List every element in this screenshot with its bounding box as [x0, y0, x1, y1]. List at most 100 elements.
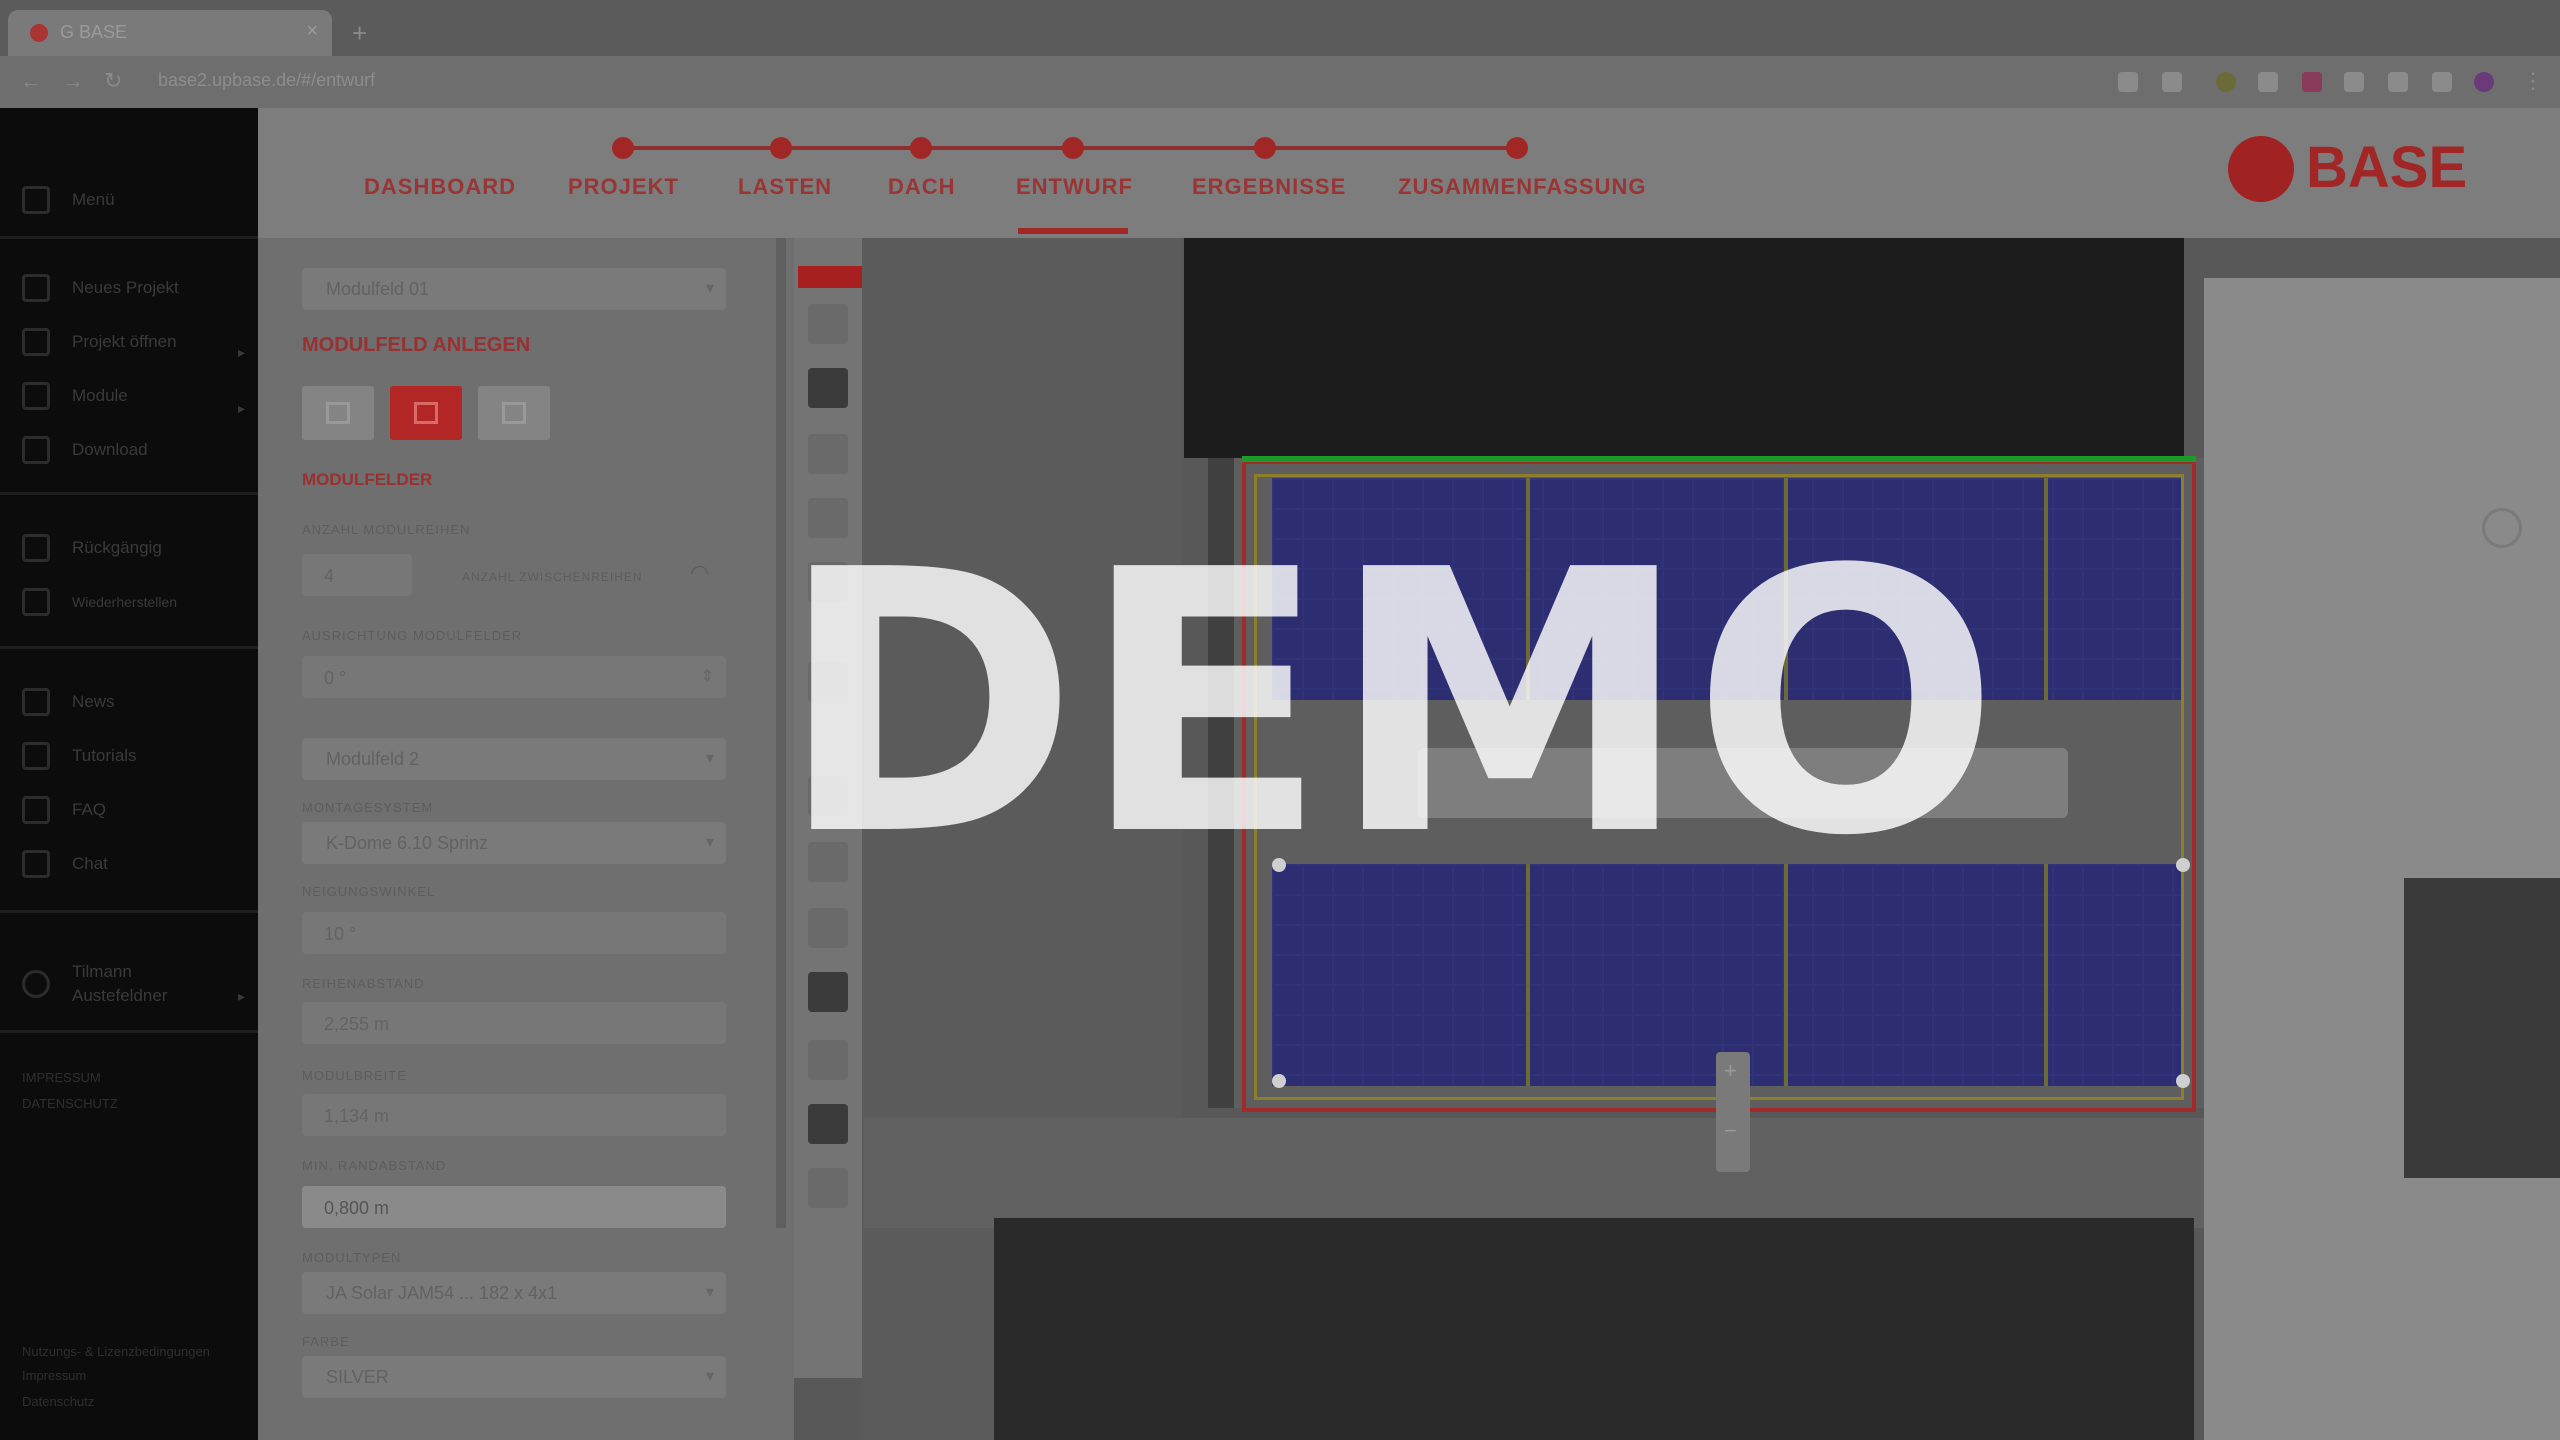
sidebar-item-news[interactable]: News: [22, 684, 115, 720]
draw-tool-icon[interactable]: [808, 368, 848, 408]
browser-tab[interactable]: G BASE ×: [8, 10, 332, 56]
resize-handle[interactable]: [2176, 858, 2190, 872]
sidebar-item-label: Tutorials: [72, 746, 137, 765]
delete-tool-icon[interactable]: [808, 1168, 848, 1208]
step-lasten[interactable]: LASTEN: [738, 174, 832, 200]
obstacle-tool-icon[interactable]: [808, 1104, 848, 1144]
step-dashboard[interactable]: DASHBOARD: [364, 174, 516, 200]
mode-button-field[interactable]: [390, 386, 462, 440]
sidebar-divider: [0, 1030, 258, 1033]
map-road: [864, 1118, 2204, 1228]
sidebar-divider: [0, 236, 258, 239]
sidebar-item-redo[interactable]: Wiederherstellen: [22, 584, 177, 620]
input-value: 2,255 m: [324, 1014, 390, 1034]
sidebar-item-menu[interactable]: Menü: [22, 182, 115, 218]
back-arrow-icon[interactable]: ←: [20, 68, 42, 94]
grid-icon: [414, 402, 438, 424]
sidebar-divider: [0, 492, 258, 495]
url-field[interactable]: base2.upbase.de/#/entwurf: [158, 70, 375, 91]
field-label: ANZAHL ZWISCHENREIHEN: [462, 570, 643, 584]
mode-button-single[interactable]: [302, 386, 374, 440]
extension-icon[interactable]: [2344, 72, 2364, 92]
zoom-out-button[interactable]: −: [1724, 1118, 1737, 1144]
toggle-icon[interactable]: ◠: [690, 560, 710, 586]
sidebar-item-open-project[interactable]: Projekt öffnen: [22, 324, 177, 360]
favicon-icon: [30, 24, 48, 42]
input-value: 1,134 m: [324, 1106, 390, 1126]
sidebar-item-tutorials[interactable]: Tutorials: [22, 738, 137, 774]
impressum-link[interactable]: IMPRESSUM: [22, 1070, 101, 1085]
reload-icon[interactable]: ↻: [104, 68, 122, 94]
tilt-input[interactable]: 10 °: [302, 912, 726, 954]
ruler-tool-icon[interactable]: [808, 1040, 848, 1080]
field-label: NEIGUNGSWINKEL: [302, 884, 436, 899]
star-icon[interactable]: [2162, 72, 2182, 92]
chat-icon: [22, 850, 50, 878]
sidebar-item-label: Download: [72, 440, 148, 459]
edge-distance-input[interactable]: 0,800 m: [302, 1186, 726, 1228]
modulfeld-2-select[interactable]: Modulfeld 2 ▾: [302, 738, 726, 780]
mounting-system-select[interactable]: K-Dome 6.10 Sprinz ▾: [302, 822, 726, 864]
stepper-icon[interactable]: ⇕: [701, 666, 714, 686]
resize-handle[interactable]: [2176, 1074, 2190, 1088]
field-label: MONTAGESYSTEM: [302, 800, 434, 815]
step-dot: [910, 137, 932, 159]
sidebar-item-label: Menü: [72, 190, 115, 209]
sidepanel-icon[interactable]: [2432, 72, 2452, 92]
sidebar-item-label: Wiederherstellen: [72, 594, 178, 610]
puzzle-icon[interactable]: [2388, 72, 2408, 92]
close-tab-icon[interactable]: ×: [306, 20, 318, 43]
forward-arrow-icon[interactable]: →: [62, 68, 84, 94]
compass-icon[interactable]: [2482, 508, 2522, 548]
extension-icon[interactable]: [2258, 72, 2278, 92]
sidebar-item-label: Rückgängig: [72, 538, 162, 557]
row-spacing-input[interactable]: 2,255 m: [302, 1002, 726, 1044]
sidebar-item-download[interactable]: Download: [22, 432, 148, 468]
select-value: K-Dome 6.10 Sprinz: [326, 833, 489, 853]
select-tool-icon[interactable]: [808, 304, 848, 344]
step-ergebnisse[interactable]: ERGEBNISSE: [1192, 174, 1346, 200]
field-label: ANZAHL MODULREIHEN: [302, 522, 471, 537]
step-dot: [770, 137, 792, 159]
step-projekt[interactable]: PROJEKT: [568, 174, 679, 200]
module-type-select[interactable]: JA Solar JAM54 ... 182 x 4x1 ▾: [302, 1272, 726, 1314]
legal-link[interactable]: Impressum: [22, 1368, 86, 1383]
sidebar-item-user[interactable]: Tilmann Austefeldner: [22, 954, 212, 1014]
new-project-icon: [22, 274, 50, 302]
kebab-menu-icon[interactable]: ⋮: [2522, 68, 2544, 94]
measure-tool-icon[interactable]: [808, 434, 848, 474]
module-width-input[interactable]: 1,134 m: [302, 1094, 726, 1136]
sidebar-item-chat[interactable]: Chat: [22, 846, 108, 882]
input-value: 0 °: [324, 668, 347, 688]
modulfeld-select[interactable]: Modulfeld 01 ▾: [302, 268, 726, 310]
extension-icon[interactable]: [2216, 72, 2236, 92]
mode-button-row[interactable]: [478, 386, 550, 440]
chevron-down-icon: ▾: [705, 750, 714, 767]
sidebar-item-undo[interactable]: Rückgängig: [22, 530, 162, 566]
step-entwurf[interactable]: ENTWURF: [1016, 174, 1133, 200]
step-zusammenfassung[interactable]: ZUSAMMENFASSUNG: [1398, 174, 1646, 200]
legal-link[interactable]: Datenschutz: [22, 1394, 94, 1409]
sidebar-item-module[interactable]: Module: [22, 378, 128, 414]
sidebar-item-new-project[interactable]: Neues Projekt: [22, 270, 179, 306]
subsection-title: MODULFELDER: [302, 470, 433, 489]
rows-input[interactable]: 4: [302, 554, 412, 596]
resize-handle[interactable]: [1272, 1074, 1286, 1088]
toolbar-active-marker: [798, 266, 862, 288]
new-tab-button[interactable]: +: [352, 18, 367, 49]
profile-avatar[interactable]: [2474, 72, 2494, 92]
map-building-right: [2204, 278, 2560, 1440]
extension-icon[interactable]: [2302, 72, 2322, 92]
zoom-in-button[interactable]: +: [1724, 1058, 1737, 1084]
browser-address-bar: ← → ↻ base2.upbase.de/#/entwurf ⋮: [0, 56, 2560, 108]
color-select[interactable]: SILVER ▾: [302, 1356, 726, 1398]
sidebar-item-faq[interactable]: FAQ: [22, 792, 106, 828]
datenschutz-link[interactable]: DATENSCHUTZ: [22, 1096, 118, 1111]
orientation-input[interactable]: 0 ° ⇕: [302, 656, 726, 698]
grid-icon: [502, 402, 526, 424]
share-icon[interactable]: [2118, 72, 2138, 92]
step-dach[interactable]: DACH: [888, 174, 956, 200]
module-tool-icon[interactable]: [808, 972, 848, 1012]
legal-link[interactable]: Nutzungs- & Lizenzbedingungen: [22, 1344, 210, 1359]
chevron-right-icon: ▸: [238, 344, 246, 360]
